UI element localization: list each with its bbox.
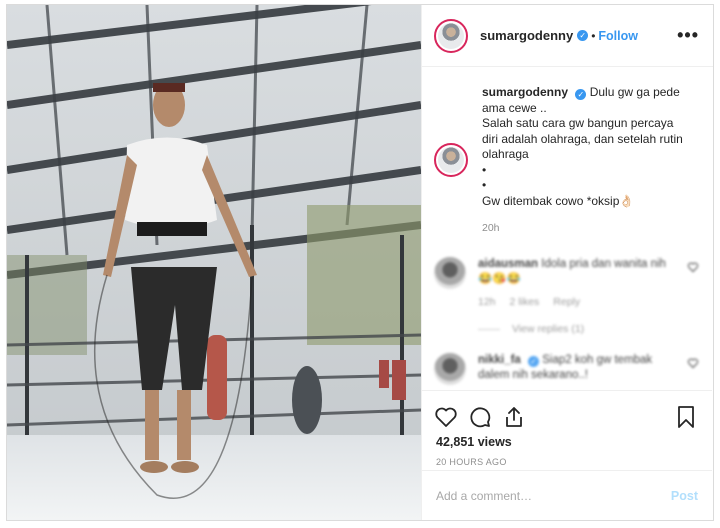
comments-list[interactable]: sumargodenny ✓ Dulu gw ga pede ama cewe … (422, 67, 713, 389)
comment-username[interactable]: aidausman (478, 258, 538, 270)
caption-username[interactable]: sumargodenny (482, 85, 568, 99)
comment-item: aidausman Idola pria dan wanita nih 😂😘😂 … (434, 256, 699, 337)
post-sidebar: sumargodenny ✓ • Follow ••• sumargodenny… (421, 5, 713, 520)
comment-input[interactable] (436, 488, 671, 503)
commenter-avatar[interactable] (434, 256, 466, 289)
header-separator: • (591, 28, 596, 43)
comment-item: nikki_fa ✓ Siap2 koh gw tembak dalem nih… (434, 352, 699, 385)
comment-icon[interactable] (468, 405, 492, 429)
caption-line: • (482, 162, 487, 177)
caption-line: Dulu gw ga pede (589, 85, 680, 99)
more-options-icon[interactable]: ••• (677, 25, 699, 46)
caption-line: ama cewe .. (482, 100, 547, 115)
verified-badge-icon: ✓ (575, 89, 587, 100)
reply-button[interactable]: Reply (553, 295, 580, 310)
verified-badge-icon: ✓ (528, 355, 540, 367)
caption-body: sumargodenny ✓ Dulu gw ga pede ama cewe … (482, 85, 692, 237)
add-comment-bar: Post (422, 470, 712, 520)
comment-time[interactable]: 12h (478, 295, 496, 310)
commenter-avatar[interactable] (434, 352, 466, 385)
comment-username[interactable]: nikki_fa (478, 354, 521, 366)
replies-divider (478, 328, 500, 330)
caption-line: Salah satu cara gw bangun percaya (482, 116, 674, 130)
post-comment-button[interactable]: Post (671, 489, 698, 503)
comment-body: aidausman Idola pria dan wanita nih 😂😘😂 … (478, 257, 678, 337)
heart-icon[interactable] (687, 261, 699, 273)
post-header: sumargodenny ✓ • Follow ••• (422, 5, 713, 67)
caption-line: Gw ditembak cowo *oksip👌🏻 (482, 193, 635, 208)
comment-likes[interactable]: 2 likes (510, 295, 540, 310)
caption-line: diri adalah olahraga, dan setelah rutin (482, 131, 683, 146)
instagram-post: sumargodenny ✓ • Follow ••• sumargodenny… (6, 4, 714, 521)
post-video[interactable] (7, 5, 421, 520)
caption: sumargodenny ✓ Dulu gw ga pede ama cewe … (434, 85, 699, 237)
follow-button[interactable]: Follow (598, 29, 638, 43)
caption-avatar[interactable] (434, 143, 468, 177)
heart-icon[interactable] (434, 405, 458, 429)
caption-line: • (482, 178, 487, 192)
view-replies[interactable]: View replies (1) (478, 322, 678, 337)
action-icons (422, 391, 712, 433)
view-count[interactable]: 42,851 views (422, 433, 712, 449)
verified-badge-icon: ✓ (577, 30, 589, 41)
post-timestamp[interactable]: 20 HOURS AGO (422, 449, 712, 467)
post-actions: 42,851 views 20 HOURS AGO Post (422, 390, 712, 520)
heart-icon[interactable] (687, 357, 699, 369)
author-username[interactable]: sumargodenny (480, 28, 573, 43)
view-replies-label: View replies (1) (512, 322, 585, 335)
share-icon[interactable] (502, 405, 526, 429)
comment-body: nikki_fa ✓ Siap2 koh gw tembak dalem nih… (478, 353, 678, 385)
caption-line: olahraga (482, 147, 529, 161)
bookmark-icon[interactable] (674, 405, 698, 429)
author-avatar[interactable] (434, 18, 468, 53)
comment-meta: 12h 2 likes Reply (478, 295, 678, 310)
video-frame (7, 5, 421, 520)
caption-timestamp[interactable]: 20h (482, 221, 692, 237)
